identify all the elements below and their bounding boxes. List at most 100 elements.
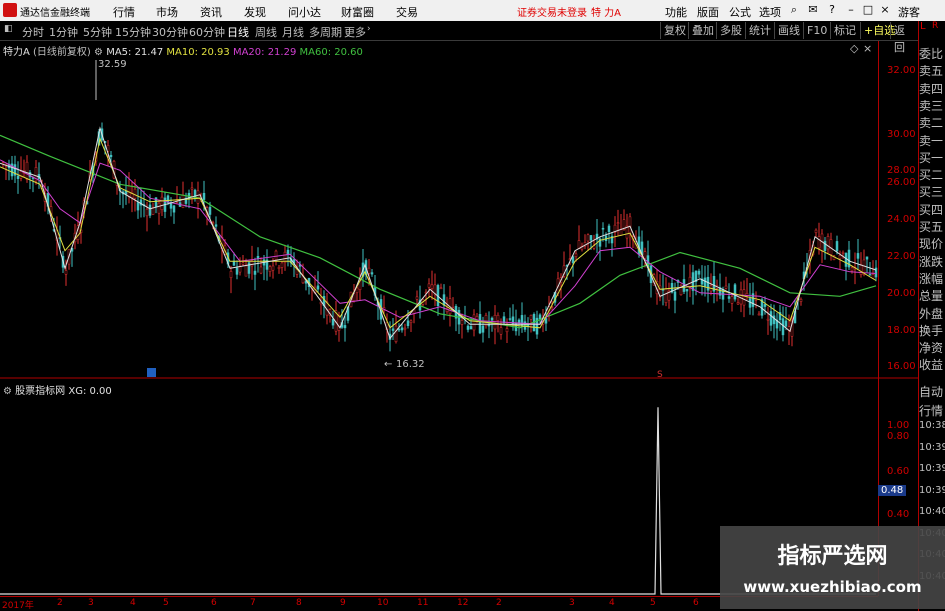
candle-body (256, 255, 260, 259)
candle-body (439, 287, 443, 290)
candle-body (850, 267, 854, 272)
candle-body (259, 266, 263, 274)
tick-panel-label[interactable]: 自动 (919, 383, 943, 400)
quote-label: 买一 (919, 150, 944, 165)
quote-label: 现价 (919, 237, 944, 252)
quote-label: 卖四 (919, 81, 944, 96)
sub-tick: 0.40 (887, 509, 910, 520)
kline-chart[interactable]: 32.59 ← 16.32 S (0, 0, 945, 609)
sub-tick: 0.80 (887, 431, 910, 442)
candle-body (607, 225, 611, 232)
candle-body (757, 313, 761, 316)
candle-body (415, 296, 419, 300)
expand-icon[interactable]: ◇ (850, 42, 858, 55)
candle-body (838, 255, 842, 260)
candle-body (844, 252, 848, 267)
candle-body (25, 161, 29, 180)
quote-label: 卖一 (919, 133, 944, 148)
price-tick: 22.00 (887, 251, 916, 262)
candle-body (280, 262, 284, 268)
quote-label: 涨幅 (919, 271, 944, 286)
quote-label: 外盘 (919, 306, 944, 321)
price-tick: 24.00 (887, 214, 916, 225)
event-marker-icon[interactable] (147, 368, 156, 377)
candle-body (814, 229, 818, 233)
candle-body (730, 296, 734, 304)
ma10-label: MA10: 20.93 (166, 47, 230, 58)
collapse-icon[interactable]: L (920, 21, 926, 32)
candle-body (160, 196, 164, 211)
candle-body (724, 285, 728, 289)
price-tick: 32.00 (887, 65, 916, 76)
watermark-url: www.xuezhibiao.com (743, 578, 922, 596)
candle-body (367, 267, 371, 274)
candle-body (427, 283, 431, 288)
candle-body (574, 253, 578, 257)
xg-value: XG: 0.00 (68, 386, 112, 397)
price-tick: 30.00 (887, 129, 916, 140)
candle-body (370, 272, 374, 275)
ma5-label: MA5: 21.47 (106, 47, 164, 58)
candle-body (406, 320, 410, 326)
watermark-title: 指标严选网 (777, 544, 888, 569)
chart-mode: (日线前复权) (33, 47, 91, 58)
candle-body (772, 315, 776, 325)
candle-body (703, 277, 707, 287)
date-tick: 2017年 (2, 601, 34, 611)
candle-body (673, 291, 677, 301)
candle-body (826, 236, 830, 250)
candle-body (478, 314, 482, 334)
high-price-label: 32.59 (98, 59, 127, 70)
candle-body (133, 188, 137, 199)
candle-body (529, 314, 533, 320)
candle-body (733, 284, 737, 300)
price-tick: 18.00 (887, 325, 916, 336)
candle-body (409, 320, 413, 324)
candle-body (286, 249, 290, 255)
chart-stock-name: 特力A (3, 47, 30, 58)
date-tick: 4 (609, 598, 615, 608)
candle-body (169, 203, 173, 209)
candle-body (16, 175, 20, 179)
date-tick: 8 (296, 598, 302, 608)
candle-body (190, 187, 194, 190)
tick-panel-label[interactable]: 行情 (919, 402, 943, 419)
date-tick: 7 (250, 598, 256, 608)
date-tick: 2 (496, 598, 502, 608)
date-tick: 4 (130, 598, 136, 608)
candle-body (859, 264, 863, 275)
candle-body (499, 327, 503, 335)
candle-body (835, 241, 839, 252)
candle-body (508, 318, 512, 320)
sub-chart-header: ⚙ 股票指标网 XG: 0.00 (3, 382, 112, 397)
close-panel-icon[interactable]: × (863, 42, 872, 55)
tick-time: 10:39 (919, 463, 945, 474)
tick-time: 10:40 (919, 506, 945, 517)
date-tick: 12 (457, 598, 469, 608)
candle-body (253, 270, 257, 275)
expand-panel-icon[interactable]: R (932, 21, 938, 31)
candle-body (274, 250, 278, 261)
tick-time: 10:39 (919, 441, 945, 453)
quote-label: 涨跌 (919, 254, 944, 269)
candle-body (244, 265, 248, 277)
candle-body (208, 206, 212, 215)
candle-body (391, 328, 395, 331)
candle-body (472, 314, 476, 331)
event-marker-icon[interactable]: S (657, 370, 663, 380)
quote-label: 卖五 (919, 64, 944, 79)
indicator-name: 股票指标网 (15, 386, 66, 397)
gear-icon[interactable]: ⚙ (3, 386, 12, 397)
candle-body (172, 205, 176, 213)
candle-body (247, 262, 251, 274)
candle-body (823, 240, 827, 251)
candle-body (196, 190, 200, 204)
ma60-label: MA60: 20.60 (299, 47, 363, 58)
price-tick: 16.00 (887, 361, 916, 372)
candle-body (784, 320, 788, 327)
candle-body (685, 288, 689, 292)
candle-body (769, 311, 773, 326)
date-tick: 3 (88, 598, 94, 608)
candle-body (616, 222, 620, 224)
gear-icon[interactable]: ⚙ (94, 47, 103, 58)
